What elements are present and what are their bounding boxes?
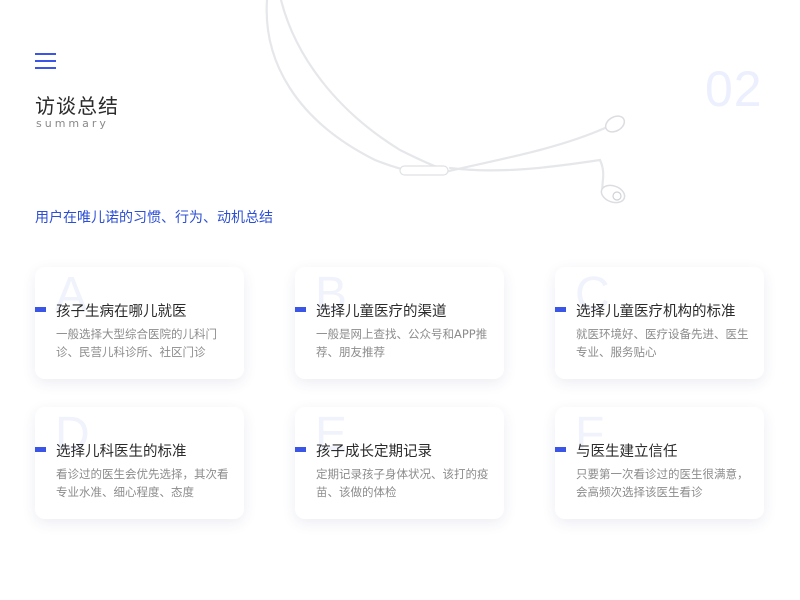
card-marker [555,307,566,312]
page-number: 02 [705,61,763,117]
summary-card-a: A 孩子生病在哪儿就医 一般选择大型综合医院的儿科门诊、民营儿科诊所、社区门诊 [35,267,244,379]
card-title: 与医生建立信任 [576,444,678,460]
card-description: 就医环境好、医疗设备先进、医生专业、服务贴心 [576,327,749,359]
card-marker [555,447,566,452]
earphone-illustration [265,0,626,204]
card-marker [35,307,46,312]
card-description: 看诊过的医生会优先选择，其次看专业水准、细心程度、态度 [56,467,229,499]
summary-card-d: D 选择儿科医生的标准 看诊过的医生会优先选择，其次看专业水准、细心程度、态度 [35,407,244,519]
card-marker [35,447,46,452]
menu-icon[interactable] [35,53,56,69]
card-title: 选择儿科医生的标准 [56,444,187,460]
summary-card-e: E 孩子成长定期记录 定期记录孩子身体状况、该打的疫苗、该做的体检 [295,407,504,519]
card-description: 一般选择大型综合医院的儿科门诊、民营儿科诊所、社区门诊 [56,327,217,359]
summary-card-f: F 与医生建立信任 只要第一次看诊过的医生很满意，会高频次选择该医生看诊 [555,407,764,519]
summary-card-b: B 选择儿童医疗的渠道 一般是网上查找、公众号和APP推荐、朋友推荐 [295,267,504,379]
card-description: 只要第一次看诊过的医生很满意，会高频次选择该医生看诊 [576,467,749,499]
summary-card-c: C 选择儿童医疗机构的标准 就医环境好、医疗设备先进、医生专业、服务贴心 [555,267,764,379]
card-title: 选择儿童医疗机构的标准 [576,304,736,320]
card-title: 孩子生病在哪儿就医 [56,304,187,320]
card-description: 定期记录孩子身体状况、该打的疫苗、该做的体检 [316,467,489,499]
section-heading: 用户在唯儿诺的习惯、行为、动机总结 [35,210,273,226]
page-title: 访谈总结 [35,94,119,118]
card-marker [295,447,306,452]
page-subtitle: summary [36,117,109,130]
card-title: 孩子成长定期记录 [316,444,432,460]
card-description: 一般是网上查找、公众号和APP推荐、朋友推荐 [316,327,488,359]
card-title: 选择儿童医疗的渠道 [316,304,447,320]
card-marker [295,307,306,312]
